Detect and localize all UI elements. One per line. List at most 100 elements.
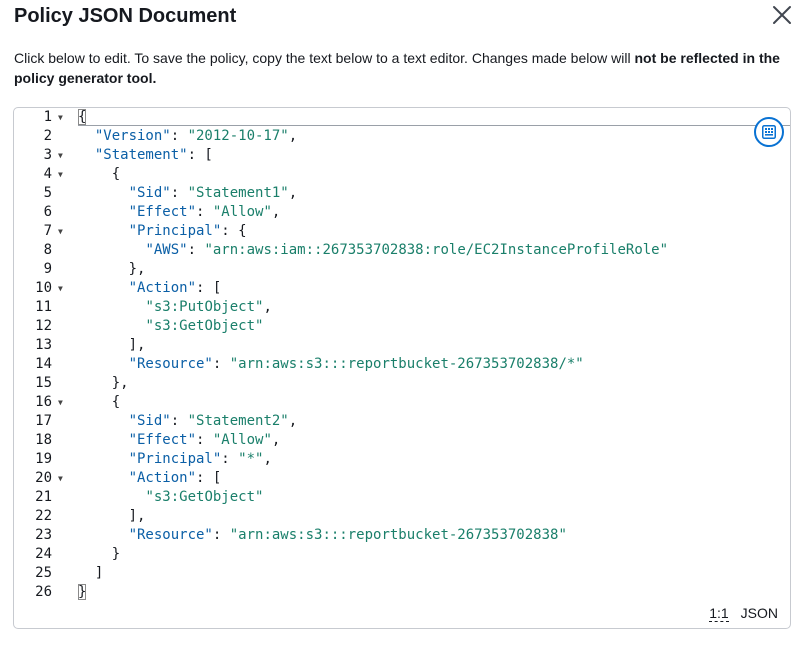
code-line[interactable]: ] <box>78 564 790 583</box>
fold-toggle-icon[interactable]: ▼ <box>58 393 63 412</box>
line-number-gutter: 1 ▼ 2 3 ▼ 4 ▼ 5 6 7 ▼ 8 9 10 ▼ 11 12 13 14 15 16 ▼ 17 18 19 20 ▼ 21… <box>14 108 72 600</box>
code-line[interactable]: "Statement": [ <box>78 146 790 165</box>
code-line[interactable]: "Sid": "Statement1", <box>78 184 790 203</box>
code-line[interactable]: "Effect": "Allow", <box>78 431 790 450</box>
line-number: 4 ▼ <box>14 165 72 184</box>
code-line[interactable]: "Action": [ <box>78 279 790 298</box>
line-number-text: 17 <box>35 413 52 429</box>
modal-description: Click below to edit. To save the policy,… <box>14 48 798 88</box>
json-punctuation: : <box>170 128 188 144</box>
json-punctuation: } <box>111 546 121 562</box>
fold-toggle-icon[interactable]: ▼ <box>58 222 63 241</box>
line-number: 6 <box>14 203 72 222</box>
line-number: 8 <box>14 241 72 260</box>
fold-toggle-icon[interactable]: ▼ <box>58 146 63 165</box>
json-punctuation: , <box>271 432 281 448</box>
line-number: 21 <box>14 488 72 507</box>
code-line[interactable]: "AWS": "arn:aws:iam::267353702838:role/E… <box>78 241 790 260</box>
json-code-editor[interactable]: 1 ▼ 2 3 ▼ 4 ▼ 5 6 7 ▼ 8 9 10 ▼ 11 12 13 14 15 16 ▼ 17 18 19 20 ▼ 21… <box>13 107 791 629</box>
matched-bracket: { <box>78 109 87 125</box>
json-punctuation: : { <box>221 223 247 239</box>
line-number-text: 7 <box>43 223 52 239</box>
json-punctuation: , <box>271 204 281 220</box>
line-number-text: 18 <box>35 432 52 448</box>
code-line[interactable]: "Action": [ <box>78 469 790 488</box>
json-key: "Statement" <box>94 147 188 163</box>
json-punctuation: { <box>111 166 121 182</box>
json-string: "arn:aws:s3:::reportbucket-267353702838/… <box>229 356 584 372</box>
line-number-text: 21 <box>35 489 52 505</box>
code-line[interactable]: "s3:GetObject" <box>78 488 790 507</box>
code-line[interactable]: { <box>78 165 790 184</box>
line-number-text: 25 <box>35 565 52 581</box>
json-punctuation: : [ <box>187 147 213 163</box>
code-line[interactable]: } <box>78 583 790 602</box>
json-string: "s3:PutObject" <box>145 299 264 315</box>
json-punctuation: : <box>212 527 230 543</box>
code-line[interactable]: ], <box>78 336 790 355</box>
json-key: "Version" <box>94 128 171 144</box>
code-line[interactable]: "Effect": "Allow", <box>78 203 790 222</box>
line-number-text: 16 <box>35 394 52 410</box>
json-key: "Principal" <box>128 451 222 467</box>
json-key: "Resource" <box>128 527 213 543</box>
line-number-text: 14 <box>35 356 52 372</box>
line-number: 12 <box>14 317 72 336</box>
code-line[interactable]: "Sid": "Statement2", <box>78 412 790 431</box>
json-string: "s3:GetObject" <box>145 318 264 334</box>
code-line[interactable]: "Principal": "*", <box>78 450 790 469</box>
line-number: 15 <box>14 374 72 393</box>
json-punctuation: , <box>263 299 272 315</box>
line-number: 17 <box>14 412 72 431</box>
code-line[interactable]: ], <box>78 507 790 526</box>
code-line[interactable]: } <box>78 545 790 564</box>
json-string: "Allow" <box>212 432 272 448</box>
code-line[interactable]: }, <box>78 374 790 393</box>
fold-toggle-icon[interactable]: ▼ <box>58 165 63 184</box>
json-string: "Allow" <box>212 204 272 220</box>
editor-preferences-button[interactable] <box>754 117 784 147</box>
code-line[interactable]: "s3:PutObject", <box>78 298 790 317</box>
code-line[interactable]: "Resource": "arn:aws:s3:::reportbucket-2… <box>78 355 790 374</box>
json-key: "Action" <box>128 280 197 296</box>
json-punctuation: : [ <box>196 280 222 296</box>
line-number: 18 <box>14 431 72 450</box>
code-line[interactable]: "s3:GetObject" <box>78 317 790 336</box>
code-line[interactable]: { <box>78 108 790 127</box>
json-punctuation: }, <box>128 261 146 277</box>
line-number: 24 <box>14 545 72 564</box>
code-line[interactable]: "Resource": "arn:aws:s3:::reportbucket-2… <box>78 526 790 545</box>
line-number: 13 <box>14 336 72 355</box>
json-punctuation: : <box>212 356 230 372</box>
json-key: "Effect" <box>128 432 197 448</box>
fold-toggle-icon[interactable]: ▼ <box>58 108 63 127</box>
code-line[interactable]: { <box>78 393 790 412</box>
cursor-position[interactable]: 1:1 <box>709 605 729 622</box>
fold-toggle-icon[interactable]: ▼ <box>58 469 63 488</box>
code-line[interactable]: }, <box>78 260 790 279</box>
json-key: "Sid" <box>128 185 171 201</box>
line-number-text: 9 <box>43 261 52 277</box>
fold-toggle-icon[interactable]: ▼ <box>58 279 63 298</box>
code-line[interactable]: "Version": "2012-10-17", <box>78 127 790 146</box>
json-string: "2012-10-17" <box>187 128 289 144</box>
code-area[interactable]: { "Version": "2012-10-17", "Statement": … <box>78 108 790 600</box>
line-number-text: 5 <box>43 185 52 201</box>
line-number-text: 8 <box>43 242 52 258</box>
json-punctuation: ] <box>94 565 104 581</box>
json-key: "Sid" <box>128 413 171 429</box>
close-button[interactable] <box>770 3 794 27</box>
json-string: "Statement2" <box>187 413 289 429</box>
line-number: 20 ▼ <box>14 469 72 488</box>
code-line[interactable]: "Principal": { <box>78 222 790 241</box>
line-number-text: 20 <box>35 470 52 486</box>
